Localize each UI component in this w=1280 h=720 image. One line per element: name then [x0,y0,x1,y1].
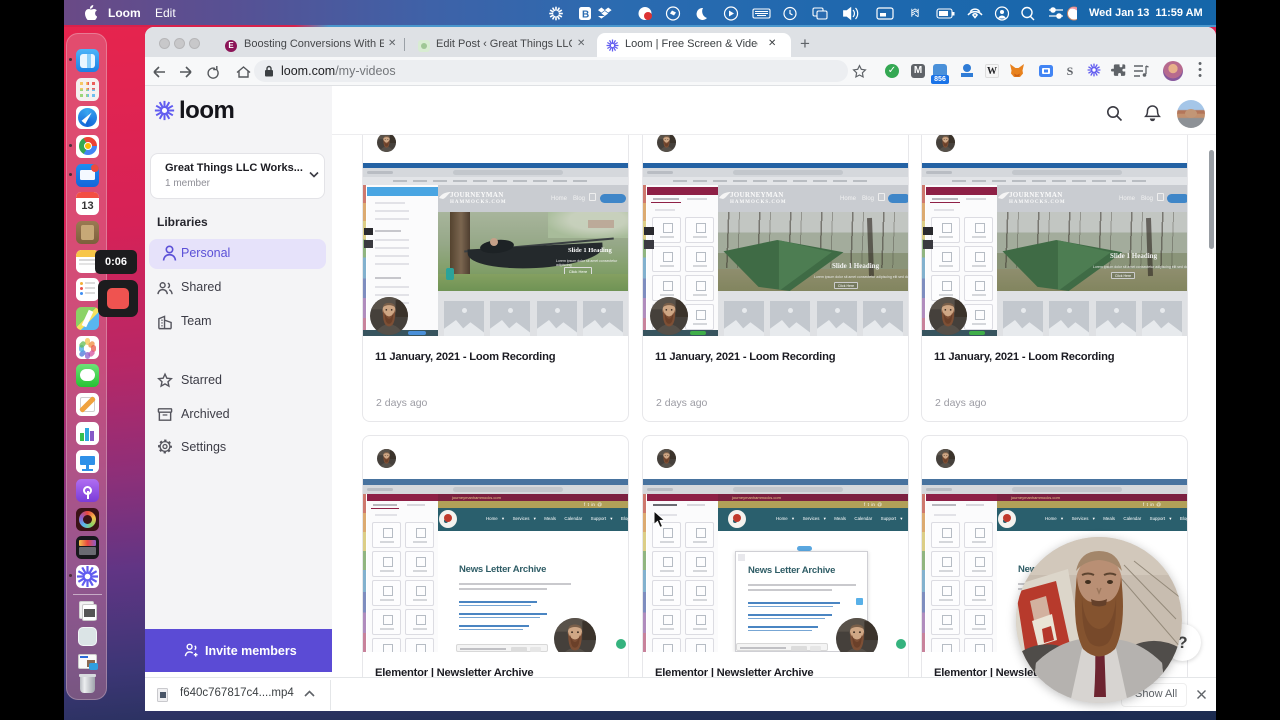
svg-text:B: B [582,10,589,21]
